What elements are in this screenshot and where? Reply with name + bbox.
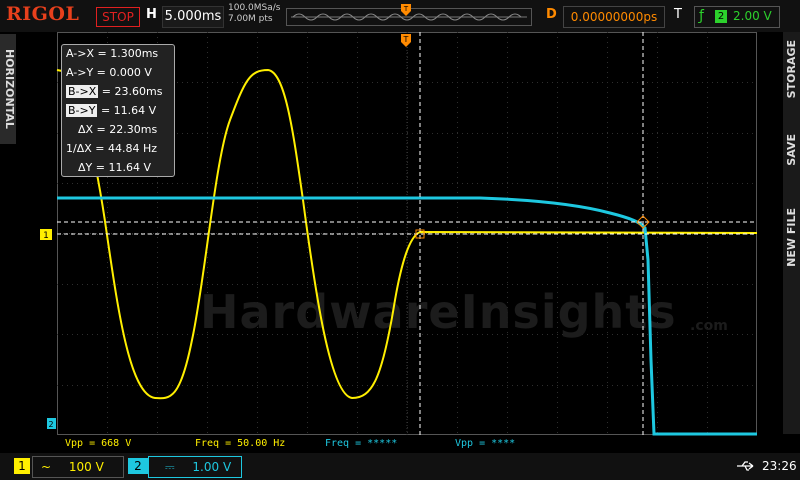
cursor-ax: A->X = 1.300ms (66, 47, 159, 60)
ac-coupling-icon: ~ (41, 460, 52, 474)
ch2-badge[interactable]: 2 (128, 458, 148, 474)
cursor-dy: ΔY = 11.64 V (78, 161, 151, 174)
cursor-ay: A->Y = 0.000 V (66, 66, 152, 79)
ch1-badge[interactable]: 1 (14, 458, 30, 474)
ch1-scale: 100 V (68, 460, 104, 474)
cursor-inv-dx: 1/ΔX = 44.84 Hz (66, 142, 158, 155)
system-clock: 23:26 (762, 459, 797, 473)
cursor-dx: ΔX = 22.30ms (78, 123, 158, 136)
cursor-by-label: B->Y (66, 104, 98, 117)
dc-coupling-icon: ⎓ (165, 460, 175, 474)
ch1-vpp: Vpp = 668 V (65, 438, 132, 449)
ch2-vpp: Vpp = **** (455, 438, 516, 449)
cursor-bx-label: B->X (66, 85, 99, 98)
trigger-time-marker-label: T (403, 35, 409, 44)
measurement-bar: Vpp = 668 V Freq = 50.00 Hz Freq = *****… (57, 436, 757, 452)
ch1-freq: Freq = 50.00 Hz (195, 438, 286, 449)
ch2-settings[interactable]: ⎓ 1.00 V (148, 456, 242, 478)
cursor-readout-panel: A->X = 1.300ms A->Y = 0.000 V B->X = 23.… (61, 44, 175, 177)
cursor-by: B->Y = 11.64 V (66, 104, 156, 118)
ch2-level-marker-label: 2 (48, 420, 53, 429)
ch2-freq: Freq = ***** (325, 438, 398, 449)
usb-icon (736, 459, 756, 476)
ch1-level-marker-label: 1 (43, 231, 49, 241)
ch2-scale: 1.00 V (192, 460, 232, 474)
ch1-settings[interactable]: ~ 100 V (32, 456, 124, 478)
channel-status-bar: 1 ~ 100 V 2 ⎓ 1.00 V 23:26 (0, 453, 800, 480)
cursor-by-value: = 11.64 V (100, 104, 157, 117)
cursor-bx-value: = 23.60ms (101, 85, 163, 98)
cursor-bx: B->X = 23.60ms (66, 85, 162, 99)
